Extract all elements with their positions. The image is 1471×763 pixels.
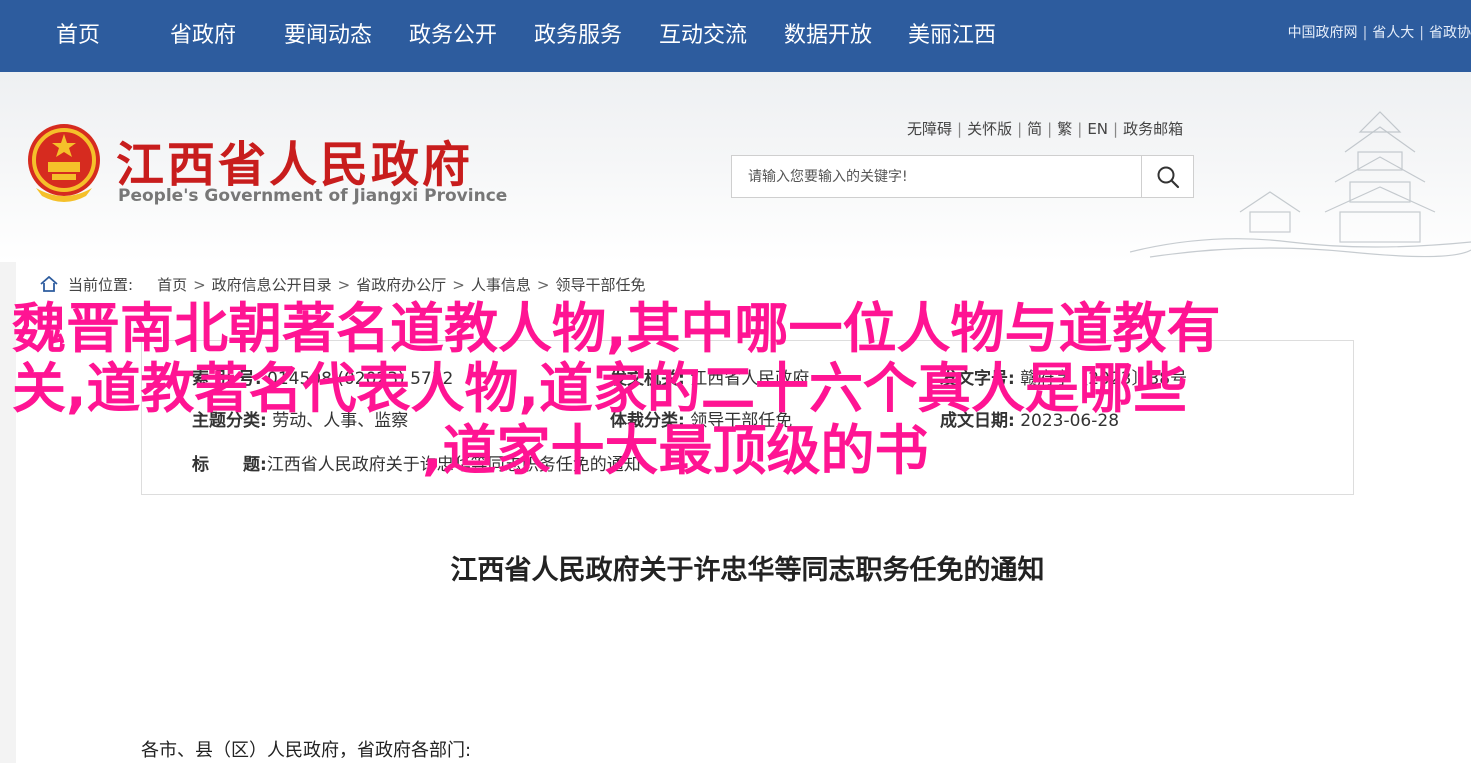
breadcrumb-appointments[interactable]: 领导干部任免 <box>555 276 645 294</box>
meta-title-label: 标 题: <box>192 455 267 475</box>
nav-government-services[interactable]: 政务服务 <box>534 0 622 72</box>
meta-date-label: 成文日期: <box>940 411 1015 431</box>
breadcrumb-label: 当前位置: <box>68 276 134 294</box>
nav-news[interactable]: 要闻动态 <box>284 0 372 72</box>
link-provincial-congress[interactable]: 省人大 <box>1372 25 1414 41</box>
chevron-right-icon: > <box>536 276 550 294</box>
nav-open-data[interactable]: 数据开放 <box>784 0 872 72</box>
header-banner: 江西省人民政府 People's Government of Jiangxi P… <box>0 72 1471 262</box>
breadcrumb-home[interactable]: 首页 <box>157 276 187 294</box>
meta-issuer-label: 发文机关: <box>610 369 685 389</box>
nav-interaction[interactable]: 互动交流 <box>659 0 747 72</box>
document-title: 江西省人民政府关于许忠华等同志职务任免的通知 <box>450 555 1045 586</box>
chevron-right-icon: > <box>193 276 206 294</box>
external-links: 中国政府网 | 省人大 | 省政协 <box>1288 22 1471 42</box>
meta-date-value: 2023-06-28 <box>1020 411 1120 431</box>
meta-docno-value: 赣府字〔2023〕38号 <box>1020 369 1188 389</box>
meta-issuer-value: 江西省人民政府 <box>690 369 810 389</box>
document-greeting: 各市、县（区）人民政府，省政府各部门: <box>141 740 472 761</box>
link-english[interactable]: EN <box>1087 120 1108 138</box>
meta-subject: 主题分类: 劳动、人事、监察 <box>192 406 408 431</box>
top-navigation-bar: 首页 省政府 要闻动态 政务公开 政务服务 互动交流 数据开放 美丽江西 中国政… <box>0 0 1471 72</box>
link-elderly-mode[interactable]: 关怀版 <box>967 120 1012 138</box>
meta-index: 索 引 号: 014508 (02023) 5732 <box>192 364 453 389</box>
meta-issuer: 发文机关: 江西省人民政府 <box>610 364 809 389</box>
meta-form-value: 领导干部任免 <box>690 411 793 431</box>
nav-beautiful-jiangxi[interactable]: 美丽江西 <box>908 0 996 72</box>
chevron-right-icon: > <box>452 276 465 294</box>
search-button[interactable] <box>1141 156 1193 197</box>
home-icon <box>40 276 58 292</box>
meta-date: 成文日期: 2023-06-28 <box>940 406 1119 431</box>
breadcrumb-general-office[interactable]: 省政府办公厅 <box>356 276 446 294</box>
link-traditional[interactable]: 繁 <box>1057 120 1072 138</box>
meta-index-value: 014508 (02023) 5732 <box>267 369 454 389</box>
meta-form-label: 体裁分类: <box>610 411 685 431</box>
meta-title-value: 江西省人民政府关于许忠华等同志职务任免的通知 <box>266 455 641 475</box>
meta-subject-label: 主题分类: <box>192 411 267 431</box>
link-government-mail[interactable]: 政务邮箱 <box>1123 120 1183 138</box>
meta-index-label: 索 引 号: <box>192 369 262 389</box>
site-title: 江西省人民政府 <box>116 137 474 193</box>
search-box <box>731 155 1194 198</box>
link-simplified[interactable]: 简 <box>1027 120 1042 138</box>
breadcrumb: 当前位置: 首页 > 政府信息公开目录 > 省政府办公厅 > 人事信息 > 领导干部任免 <box>40 274 645 295</box>
divider: | <box>957 120 963 138</box>
nav-government-affairs-open[interactable]: 政务公开 <box>409 0 497 72</box>
link-provincial-cppcc[interactable]: 省政协 <box>1429 25 1471 41</box>
meta-docno-label: 发文字号: <box>940 369 1015 389</box>
divider: | <box>1113 120 1119 138</box>
chevron-right-icon: > <box>337 276 351 294</box>
meta-title: 标 题:江西省人民政府关于许忠华等同志职务任免的通知 <box>192 450 641 475</box>
divider: | <box>1017 120 1023 138</box>
breadcrumb-personnel-info[interactable]: 人事信息 <box>471 276 531 294</box>
utility-links: 无障碍 | 关怀版 | 简 | 繁 | EN | 政务邮箱 <box>907 118 1183 139</box>
content-panel <box>16 262 1471 763</box>
breadcrumb-info-catalog[interactable]: 政府信息公开目录 <box>212 276 332 294</box>
meta-docno: 发文字号: 赣府字〔2023〕38号 <box>940 364 1187 389</box>
meta-form: 体裁分类: 领导干部任免 <box>610 406 792 431</box>
divider: | <box>1047 120 1053 138</box>
nav-province-government[interactable]: 省政府 <box>170 0 236 72</box>
search-input[interactable] <box>732 156 1142 197</box>
site-subtitle: People's Government of Jiangxi Province <box>118 186 508 206</box>
meta-subject-value: 劳动、人事、监察 <box>272 411 409 431</box>
nav-home[interactable]: 首页 <box>56 0 100 72</box>
divider: | <box>1419 25 1424 41</box>
national-emblem-icon <box>28 124 100 202</box>
divider: | <box>1362 25 1368 41</box>
divider: | <box>1077 120 1083 138</box>
link-china-gov[interactable]: 中国政府网 <box>1288 25 1358 41</box>
search-icon <box>1157 166 1179 188</box>
link-accessibility[interactable]: 无障碍 <box>907 120 952 138</box>
